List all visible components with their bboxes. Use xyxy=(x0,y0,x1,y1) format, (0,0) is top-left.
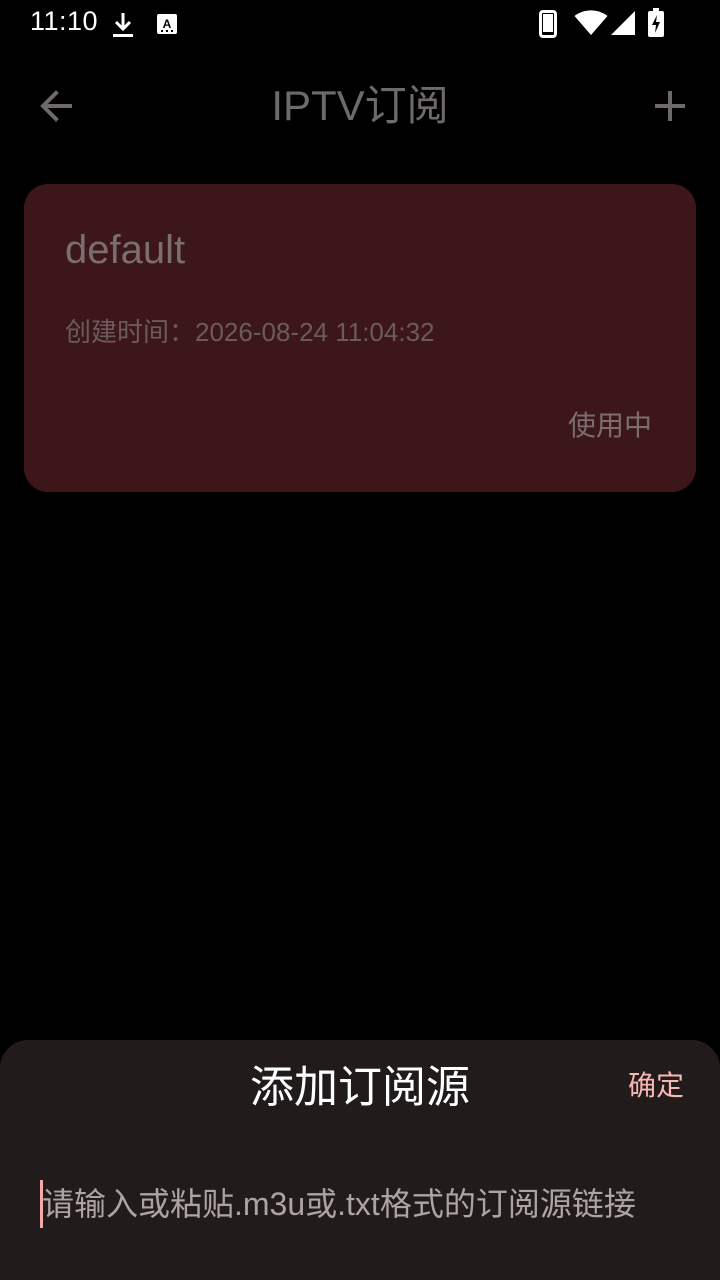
battery-charging-icon xyxy=(648,8,664,37)
keyboard-icon: A xyxy=(157,14,177,34)
subscription-card[interactable]: default 创建时间：2026-08-24 11:04:32 使用中 xyxy=(24,184,696,492)
screen: 11:10 A IPTV订阅 default 创建时间：2026-08-24 1… xyxy=(0,0,720,1280)
subscription-created-time: 创建时间：2026-08-24 11:04:32 xyxy=(65,317,435,347)
confirm-button[interactable]: 确定 xyxy=(628,1066,684,1106)
sheet-title: 添加订阅源 xyxy=(250,1063,470,1112)
page-title: IPTV订阅 xyxy=(271,82,449,129)
plus-icon xyxy=(655,91,685,121)
input-placeholder: 请输入或粘贴.m3u或.txt格式的订阅源链接 xyxy=(42,1186,636,1222)
subscription-name: default xyxy=(65,228,186,272)
app-bar: IPTV订阅 xyxy=(0,60,720,150)
phone-icon xyxy=(539,10,557,38)
add-subscription-sheet: 添加订阅源 确定 请输入或粘贴.m3u或.txt格式的订阅源链接 xyxy=(0,1040,720,1280)
signal-icon xyxy=(611,11,635,35)
subscription-status: 使用中 xyxy=(567,410,652,441)
download-icon xyxy=(113,13,133,37)
svg-text:A: A xyxy=(163,17,172,31)
status-time: 11:10 xyxy=(30,6,99,36)
subscription-url-input[interactable]: 请输入或粘贴.m3u或.txt格式的订阅源链接 xyxy=(40,1160,680,1250)
status-bar: 11:10 A xyxy=(0,0,720,48)
wifi-icon xyxy=(574,10,608,35)
add-subscription-button[interactable] xyxy=(640,78,700,134)
